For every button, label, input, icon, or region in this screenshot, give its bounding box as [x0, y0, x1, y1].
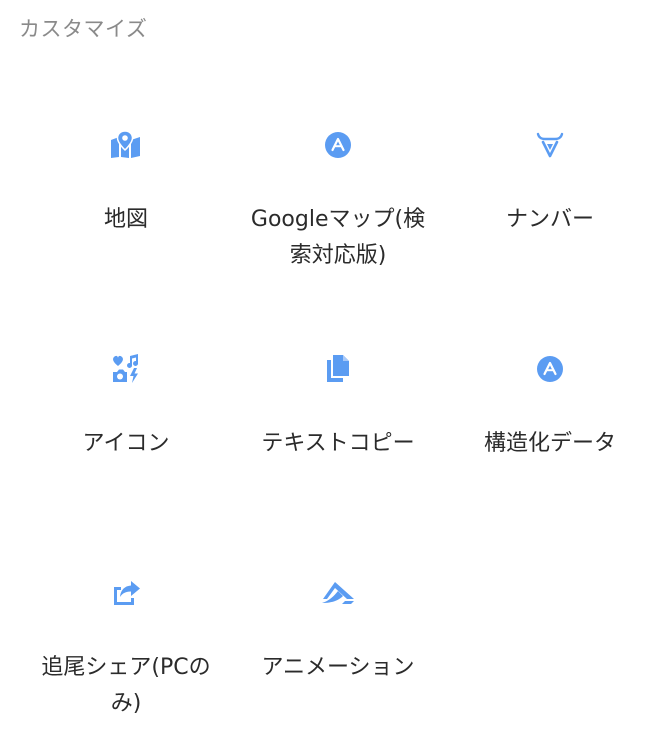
grid-row: アイコン テキストコピー 構造化データ: [20, 320, 656, 544]
tile-number[interactable]: ナンバー: [444, 96, 656, 320]
icons-collage-icon: [109, 352, 143, 386]
tile-icon[interactable]: アイコン: [20, 320, 232, 544]
bull-head-icon: [533, 128, 567, 162]
tile-label: アイコン: [82, 431, 170, 456]
copy-document-icon: [321, 352, 355, 386]
grid-row: 追尾シェア(PCのみ) アニメーション: [20, 544, 656, 734]
tile-google-map[interactable]: Googleマップ(検索対応版): [232, 96, 444, 320]
share-arrow-icon: [109, 576, 143, 610]
section-title: カスタマイズ: [19, 17, 148, 41]
map-marker-icon: [109, 128, 143, 162]
animation-wing-icon: [321, 576, 355, 610]
tile-structured-data[interactable]: 構造化データ: [444, 320, 656, 544]
tile-text-copy[interactable]: テキストコピー: [232, 320, 444, 544]
circle-a-icon: [321, 128, 355, 162]
grid-row: 地図 Googleマップ(検索対応版) ナンバー: [20, 96, 656, 320]
circle-a-icon: [533, 352, 567, 386]
tile-map[interactable]: 地図: [20, 96, 232, 320]
tile-label: 追尾シェア(PCのみ): [41, 655, 211, 716]
tile-label: テキストコピー: [261, 431, 415, 456]
tile-follow-share[interactable]: 追尾シェア(PCのみ): [20, 544, 232, 734]
tile-animation[interactable]: アニメーション: [232, 544, 444, 734]
tile-label: Googleマップ(検索対応版): [250, 207, 426, 268]
customize-grid: 地図 Googleマップ(検索対応版) ナンバー アイコン テキストコピー 構造…: [20, 96, 656, 734]
tile-label: 構造化データ: [483, 431, 616, 456]
tile-label: 地図: [103, 207, 148, 232]
tile-label: アニメーション: [261, 655, 415, 680]
tile-label: ナンバー: [505, 207, 594, 232]
